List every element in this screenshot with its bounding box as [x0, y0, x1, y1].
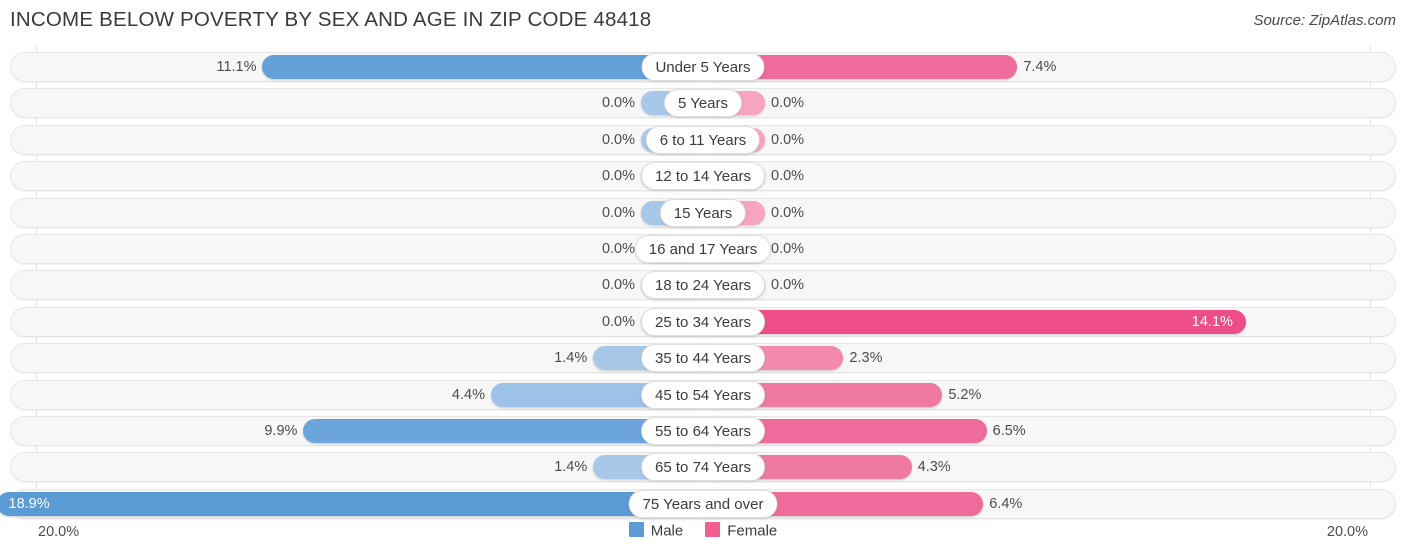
bar-value-female: 0.0% [771, 95, 805, 112]
bar-female[interactable] [703, 309, 1246, 334]
bar-value-female: 0.0% [771, 241, 805, 257]
bar-male[interactable] [262, 55, 703, 79]
category-label-pill: 45 to 54 Years [641, 380, 765, 409]
bar-value-male: 9.9% [264, 423, 298, 439]
legend-swatch-female [705, 522, 721, 537]
bar-value-male: 4.4% [451, 386, 485, 403]
table-row: 0.0% 0.0% 18 to 24 Years [0, 270, 1406, 300]
bar-value-female: 7.4% [1023, 59, 1057, 75]
table-row: 1.4% 4.3% 65 to 74 Years [0, 452, 1406, 482]
bar-value-female: 0.0% [771, 131, 805, 148]
bar-value-female: 0.0% [771, 277, 805, 294]
table-row: 9.9% 6.5% 55 to 64 Years [0, 416, 1406, 446]
category-label-pill: 15 Years [659, 198, 747, 227]
category-label-pill: 75 Years and over [628, 489, 778, 518]
chart-header: INCOME BELOW POVERTY BY SEX AND AGE IN Z… [0, 0, 1406, 46]
chart-plot-area: 11.1% 7.4% Under 5 Years 0.0% 0.0% 5 Years 0.0… [0, 46, 1406, 519]
bar-value-male: 0.0% [601, 131, 635, 148]
table-row: 0.0% 0.0% 12 to 14 Years [0, 161, 1406, 191]
chart-legend: Male Female [0, 522, 1406, 540]
category-label-pill: 25 to 34 Years [641, 307, 765, 336]
table-row: 0.0% 0.0% 16 and 17 Years [0, 234, 1406, 264]
bar-value-female: 0.0% [771, 168, 805, 185]
poverty-by-sex-age-chart: INCOME BELOW POVERTY BY SEX AND AGE IN Z… [0, 0, 1406, 559]
bar-value-female: 4.3% [917, 459, 951, 476]
table-row: 11.1% 7.4% Under 5 Years [0, 52, 1406, 82]
bar-value-male: 0.0% [601, 241, 635, 257]
legend-swatch-male [628, 522, 644, 537]
table-row: 0.0% 0.0% 15 Years [0, 198, 1406, 228]
bar-value-female: 6.4% [989, 495, 1023, 512]
bar-value-male: 1.4% [554, 459, 588, 476]
bar-male[interactable] [0, 491, 703, 516]
legend-label: Female [727, 522, 778, 540]
bar-value-female: 6.5% [992, 423, 1026, 439]
bar-value-male: 0.0% [601, 313, 635, 330]
source-attribution: Source: ZipAtlas.com [1253, 12, 1396, 29]
bar-value-male: 0.0% [601, 95, 635, 112]
category-label-pill: 16 and 17 Years [634, 235, 772, 263]
category-label-pill: 6 to 11 Years [645, 125, 761, 154]
table-row: 1.4% 2.3% 35 to 44 Years [0, 343, 1406, 373]
category-label-pill: 35 to 44 Years [641, 344, 765, 373]
bar-value-male: 1.4% [554, 350, 588, 367]
legend-item-female[interactable]: Female [705, 522, 777, 540]
table-row: 4.4% 5.2% 45 to 54 Years [0, 380, 1406, 410]
bar-value-female: 14.1% [1191, 313, 1233, 330]
bar-value-male: 0.0% [601, 277, 635, 294]
bar-value-female: 2.3% [849, 350, 883, 367]
table-row: 0.0% 0.0% 5 Years [0, 88, 1406, 118]
category-label-pill: Under 5 Years [641, 53, 765, 81]
table-row: 0.0% 0.0% 6 to 11 Years [0, 125, 1406, 155]
category-label-pill: 5 Years [663, 89, 743, 118]
legend-label: Male [650, 522, 684, 540]
category-label-pill: 18 to 24 Years [641, 271, 765, 300]
table-row: 0.0% 14.1% 25 to 34 Years [0, 307, 1406, 337]
legend-item-male[interactable]: Male [628, 522, 684, 540]
category-label-pill: 55 to 64 Years [641, 417, 765, 445]
bar-value-male: 18.9% [8, 495, 50, 512]
category-label-pill: 12 to 14 Years [641, 162, 765, 191]
bar-value-male: 11.1% [216, 59, 257, 75]
table-row: 18.9% 6.4% 75 Years and over [0, 489, 1406, 519]
chart-footer: 20.0% 20.0% Male Female [0, 518, 1406, 559]
page-title: INCOME BELOW POVERTY BY SEX AND AGE IN Z… [10, 8, 652, 31]
bar-value-female: 5.2% [948, 386, 982, 403]
category-label-pill: 65 to 74 Years [641, 453, 765, 482]
bar-value-male: 0.0% [601, 204, 635, 221]
bar-value-male: 0.0% [601, 168, 635, 185]
bar-value-female: 0.0% [771, 204, 805, 221]
